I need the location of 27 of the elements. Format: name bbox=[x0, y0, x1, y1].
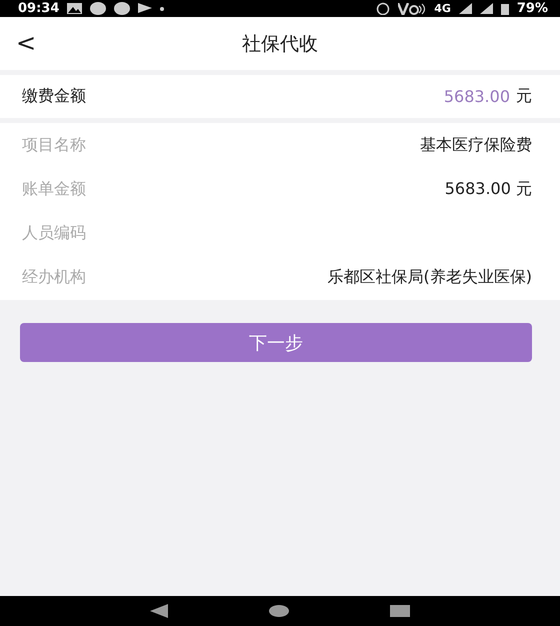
signal-icon bbox=[458, 3, 472, 14]
network-type: 4G bbox=[434, 2, 451, 15]
back-button[interactable]: < bbox=[12, 29, 40, 57]
back-icon[interactable] bbox=[150, 604, 168, 618]
field-label: 账单金额 bbox=[22, 178, 87, 200]
battery-percent: 79% bbox=[516, 1, 548, 16]
battery-icon bbox=[500, 2, 509, 14]
next-button[interactable]: 下一步 bbox=[20, 323, 532, 362]
alarm-icon bbox=[376, 2, 390, 15]
home-icon[interactable] bbox=[268, 605, 289, 617]
play-icon bbox=[138, 2, 152, 14]
dot-icon bbox=[160, 6, 164, 10]
signal-icon bbox=[480, 3, 493, 14]
recents-icon[interactable] bbox=[390, 605, 410, 617]
field-value: 乐都区社保局(养老失业医保) bbox=[328, 267, 532, 288]
status-time: 09:34 bbox=[18, 1, 60, 16]
payment-amount: 5683.00 bbox=[444, 87, 510, 106]
page-title: 社保代收 bbox=[242, 32, 318, 56]
field-label: 项目名称 bbox=[22, 134, 87, 156]
field-value: 5683.00 元 bbox=[444, 178, 532, 200]
currency-unit: 元 bbox=[516, 86, 532, 107]
field-value: 基本医疗保险费 bbox=[420, 134, 532, 156]
field-label: 经办机构 bbox=[22, 267, 87, 288]
volte-icon bbox=[398, 2, 426, 14]
payment-label: 缴费金额 bbox=[22, 86, 87, 107]
image-icon bbox=[67, 3, 82, 14]
field-label: 人员编码 bbox=[22, 223, 87, 244]
